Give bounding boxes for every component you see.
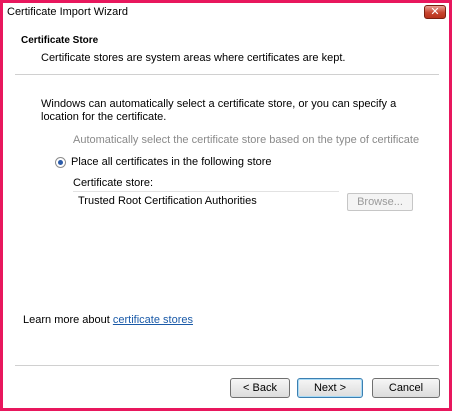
radio-selected-icon[interactable] <box>55 156 66 168</box>
back-button[interactable]: < Back <box>230 378 290 398</box>
footer-divider <box>15 365 439 366</box>
learn-more-text: Learn more about certificate stores <box>23 314 193 326</box>
window-title: Certificate Import Wizard <box>7 6 129 18</box>
wizard-window: Certificate Import Wizard ✕ Certificate … <box>3 3 449 408</box>
certificate-stores-link[interactable]: certificate stores <box>113 314 193 326</box>
store-label: Certificate store: <box>73 177 154 189</box>
header-divider <box>15 74 439 75</box>
radio-auto-select-label: Automatically select the certificate sto… <box>73 134 420 146</box>
close-icon[interactable]: ✕ <box>424 5 446 19</box>
radio-auto-select[interactable]: Automatically select the certificate sto… <box>73 134 419 146</box>
title-bar[interactable]: Certificate Import Wizard ✕ <box>3 3 449 22</box>
browse-button[interactable]: Browse... <box>347 193 413 211</box>
radio-place-in-store[interactable]: Place all certificates in the following … <box>55 156 272 168</box>
radio-place-in-store-label: Place all certificates in the following … <box>71 156 272 168</box>
intro-text: Windows can automatically select a certi… <box>41 98 397 123</box>
learn-more-prefix: Learn more about <box>23 314 113 326</box>
next-button[interactable]: Next > <box>297 378 363 398</box>
page-title: Certificate Store <box>21 35 99 46</box>
certificate-store-field[interactable]: Trusted Root Certification Authorities <box>73 191 339 211</box>
page-description: Certificate stores are system areas wher… <box>41 52 346 64</box>
wizard-header: Certificate Store Certificate stores are… <box>3 22 449 77</box>
cancel-button[interactable]: Cancel <box>372 378 440 398</box>
